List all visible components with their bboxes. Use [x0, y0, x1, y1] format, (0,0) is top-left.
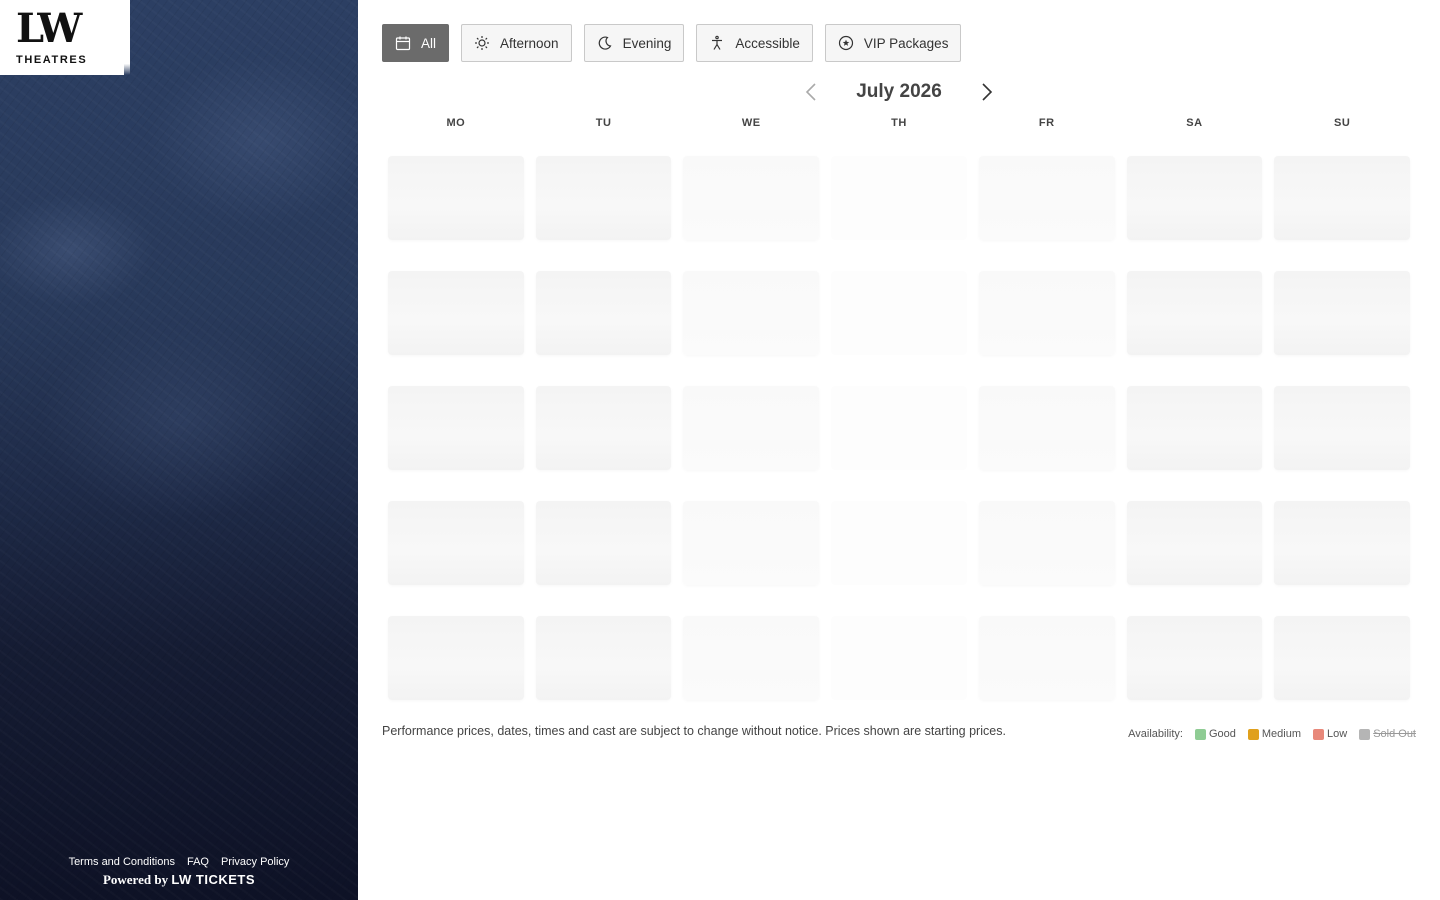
calendar-icon: [395, 36, 411, 51]
legend-item-good: Good: [1194, 728, 1236, 740]
sidebar: LW THEATRES Terms and Conditions FAQ Pri…: [0, 0, 358, 900]
faq-link[interactable]: FAQ: [187, 856, 209, 868]
day-cell-placeholder: [535, 156, 672, 240]
day-cell-placeholder: [388, 616, 524, 700]
logo-mark: LW: [16, 4, 82, 52]
calendar-footer: Performance prices, dates, times and cas…: [382, 724, 1416, 740]
privacy-link[interactable]: Privacy Policy: [221, 856, 289, 868]
legend-item-low: Low: [1313, 728, 1347, 740]
filter-bar: All Afternoon Evening Accessible VIP Pac…: [382, 24, 962, 62]
terms-link[interactable]: Terms and Conditions: [69, 856, 175, 868]
filter-accessible-label: Accessible: [735, 35, 800, 51]
weekday-label: FR: [1038, 117, 1055, 129]
calendar-grid: [382, 156, 1416, 700]
logo-subtitle: THEATRES: [16, 53, 88, 66]
legend-swatch-sold-out: [1359, 728, 1371, 740]
day-cell-placeholder: [1274, 501, 1410, 585]
filter-vip-button[interactable]: VIP Packages: [824, 24, 962, 62]
powered-by-prefix: Powered by: [102, 872, 169, 887]
day-cell-placeholder: [1274, 386, 1410, 470]
day-cell-placeholder: [831, 156, 967, 240]
filter-afternoon-button[interactable]: Afternoon: [461, 24, 572, 62]
day-cell-placeholder: [978, 616, 1115, 700]
day-cell-placeholder: [1126, 386, 1263, 470]
day-cell-placeholder: [978, 501, 1115, 585]
chevron-left-icon: [805, 83, 816, 101]
day-cell-placeholder: [388, 386, 524, 470]
next-month-button[interactable]: [977, 82, 997, 102]
filter-vip-label: VIP Packages: [863, 35, 949, 51]
day-cell-placeholder: [831, 616, 967, 700]
filter-afternoon-label: Afternoon: [500, 35, 559, 51]
logo[interactable]: LW THEATRES: [0, 0, 130, 75]
main-content: All Afternoon Evening Accessible VIP Pac…: [358, 0, 1440, 900]
weekday-label: WE: [741, 117, 761, 129]
legend-swatch-good: [1194, 728, 1206, 740]
day-cell-placeholder: [978, 271, 1115, 355]
day-cell-placeholder: [683, 386, 820, 470]
accessible-icon: [712, 35, 723, 50]
powered-by-brand: LW TICKETS: [171, 872, 256, 887]
day-cell-placeholder: [831, 501, 967, 585]
day-cell-placeholder: [388, 271, 524, 355]
weekday-label: SA: [1186, 117, 1203, 129]
weekday-label: TU: [595, 117, 612, 129]
day-cell-placeholder: [1126, 271, 1263, 355]
day-cell-placeholder: [388, 501, 524, 585]
legend-sold-out-label: Sold Out: [1373, 728, 1416, 740]
filter-all-label: All: [421, 35, 437, 51]
sun-icon: [475, 36, 490, 50]
day-cell-placeholder: [388, 156, 524, 240]
price-disclaimer: Performance prices, dates, times and cas…: [382, 724, 1006, 738]
filter-all-button[interactable]: All: [382, 24, 450, 62]
day-cell-placeholder: [978, 156, 1115, 240]
legend-good-label: Good: [1208, 728, 1236, 740]
powered-by: Powered by LW TICKETS: [0, 872, 358, 888]
day-cell-placeholder: [535, 501, 672, 585]
day-cell-placeholder: [1274, 156, 1410, 240]
day-cell-placeholder: [683, 501, 820, 585]
legend-medium-label: Medium: [1261, 728, 1301, 740]
legend-low-label: Low: [1327, 728, 1348, 740]
legend-item-medium: Medium: [1247, 728, 1301, 740]
weekday-label: MO: [446, 117, 466, 129]
day-cell-placeholder: [535, 386, 672, 470]
legend-swatch-low: [1313, 728, 1324, 740]
weekday-label: SU: [1333, 117, 1351, 129]
day-cell-placeholder: [683, 271, 820, 355]
moon-icon: [598, 36, 612, 50]
day-cell-placeholder: [683, 156, 820, 240]
filter-accessible-button[interactable]: Accessible: [696, 24, 813, 62]
filter-evening-button[interactable]: Evening: [583, 24, 685, 62]
day-cell-placeholder: [1126, 501, 1263, 585]
weekday-label: TH: [891, 117, 907, 129]
sidebar-texture: [0, 0, 358, 900]
legend-label: Availability:: [1128, 728, 1183, 740]
filter-evening-label: Evening: [622, 35, 672, 51]
month-navigation: July 2026: [382, 78, 1416, 106]
day-cell-placeholder: [683, 616, 820, 700]
chevron-right-icon: [982, 83, 993, 101]
day-cell-placeholder: [535, 616, 672, 700]
day-cell-placeholder: [831, 386, 967, 470]
sidebar-footer: Terms and Conditions FAQ Privacy Policy …: [0, 856, 358, 888]
day-cell-placeholder: [1274, 616, 1410, 700]
previous-month-button[interactable]: [801, 82, 821, 102]
footer-links: Terms and Conditions FAQ Privacy Policy: [0, 856, 358, 868]
day-cell-placeholder: [978, 386, 1115, 470]
calendar: MO TU WE TH FR SA SU: [382, 112, 1416, 700]
day-cell-placeholder: [1274, 271, 1410, 355]
legend-swatch-medium: [1247, 728, 1259, 740]
day-cell-placeholder: [535, 271, 672, 355]
star-icon: [838, 35, 853, 51]
weekday-header: MO TU WE TH FR SA SU: [382, 112, 1416, 136]
day-cell-placeholder: [1126, 616, 1263, 700]
legend-item-sold-out: Sold Out: [1359, 728, 1416, 740]
day-cell-placeholder: [1126, 156, 1263, 240]
day-cell-placeholder: [831, 271, 967, 355]
availability-legend: Availability: Good Medium Low Sold Out: [1128, 728, 1416, 740]
month-title: July 2026: [856, 81, 942, 102]
